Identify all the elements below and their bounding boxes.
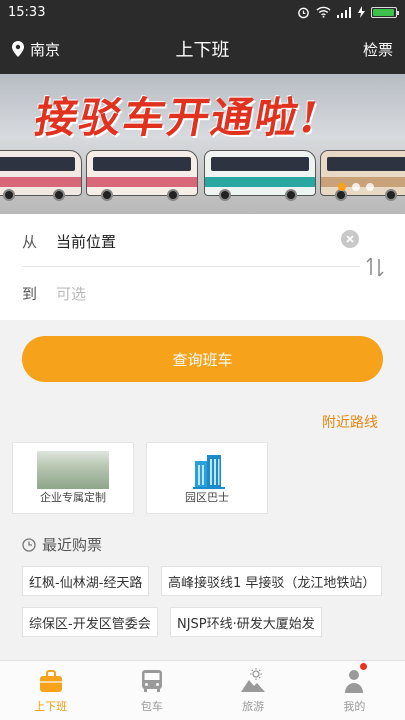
city-selector[interactable]: 南京 bbox=[12, 39, 60, 60]
check-ticket-button[interactable]: 检票 bbox=[363, 39, 393, 60]
page-title: 上下班 bbox=[175, 40, 230, 61]
service-enterprise-custom[interactable]: 企业专属定制 bbox=[12, 442, 134, 514]
pagination-dot[interactable] bbox=[352, 183, 360, 191]
swap-button[interactable] bbox=[364, 255, 386, 279]
enterprise-thumbnail bbox=[37, 451, 109, 489]
status-time: 15:33 bbox=[8, 4, 46, 20]
divider bbox=[22, 266, 360, 267]
pagination-dot[interactable] bbox=[338, 183, 346, 191]
recent-ticket-tag[interactable]: 高峰接驳线1 早接驳（龙江地铁站） bbox=[161, 566, 383, 596]
pagination-dot[interactable] bbox=[366, 183, 374, 191]
clear-from-button[interactable] bbox=[341, 230, 359, 248]
tab-label: 包车 bbox=[140, 700, 163, 713]
recent-ticket-tag[interactable]: 综保区-开发区管委会 bbox=[22, 607, 158, 637]
query-shuttle-button[interactable]: 查询班车 bbox=[22, 336, 383, 382]
status-bar: 15:33 bbox=[0, 0, 405, 24]
from-input[interactable]: 当前位置 bbox=[56, 231, 355, 252]
nearby-routes-link[interactable]: 附近路线 bbox=[322, 412, 378, 432]
service-label: 园区巴士 bbox=[185, 491, 229, 504]
person-icon bbox=[345, 670, 364, 693]
swap-arrows-icon bbox=[366, 257, 384, 277]
tab-commute[interactable]: 上下班 bbox=[0, 661, 101, 720]
signal-icon bbox=[337, 6, 351, 18]
charging-icon bbox=[358, 6, 365, 18]
location-pin-icon bbox=[12, 41, 24, 57]
recent-tickets-header: 最近购票 bbox=[22, 534, 102, 555]
building-icon bbox=[193, 455, 225, 489]
from-label: 从 bbox=[22, 232, 38, 251]
close-icon bbox=[346, 235, 354, 243]
tab-profile[interactable]: 我的 bbox=[304, 661, 405, 720]
to-label: 到 bbox=[22, 284, 38, 303]
notification-badge bbox=[360, 663, 367, 670]
battery-icon bbox=[371, 6, 399, 18]
bus-image bbox=[86, 150, 198, 201]
top-nav-bar: 南京 上下班 检票 bbox=[0, 24, 405, 74]
promo-banner[interactable]: 接驳车开通啦! bbox=[0, 74, 405, 214]
tab-label: 我的 bbox=[343, 700, 366, 713]
banner-pagination bbox=[338, 183, 374, 191]
tab-travel[interactable]: 旅游 bbox=[203, 661, 304, 720]
briefcase-icon bbox=[39, 670, 62, 692]
bus-icon bbox=[141, 670, 162, 692]
tab-label: 上下班 bbox=[34, 700, 68, 713]
tab-label: 旅游 bbox=[242, 700, 265, 713]
alarm-icon bbox=[298, 7, 309, 18]
bus-image bbox=[0, 150, 82, 201]
service-label: 企业专属定制 bbox=[40, 491, 106, 504]
status-icons bbox=[297, 6, 399, 19]
to-input[interactable]: 可选 bbox=[56, 283, 355, 304]
to-field[interactable]: 到 可选 bbox=[22, 278, 355, 308]
wifi-icon bbox=[316, 6, 331, 18]
recent-ticket-tag[interactable]: NJSP环线·研发大厦始发 bbox=[170, 607, 322, 637]
service-park-bus[interactable]: 园区巴士 bbox=[146, 442, 268, 514]
bus-image bbox=[204, 150, 316, 201]
tab-charter[interactable]: 包车 bbox=[101, 661, 202, 720]
mountain-sun-icon bbox=[241, 668, 266, 692]
recent-title: 最近购票 bbox=[42, 536, 103, 554]
city-label: 南京 bbox=[30, 40, 61, 59]
banner-headline: 接驳车开通啦! bbox=[31, 93, 325, 142]
recent-ticket-tag[interactable]: 红枫-仙林湖-经天路 bbox=[22, 566, 150, 596]
clock-icon bbox=[22, 537, 36, 552]
from-field[interactable]: 从 当前位置 bbox=[22, 226, 355, 256]
bottom-tab-bar: 上下班 包车 旅游 我的 bbox=[0, 660, 405, 720]
